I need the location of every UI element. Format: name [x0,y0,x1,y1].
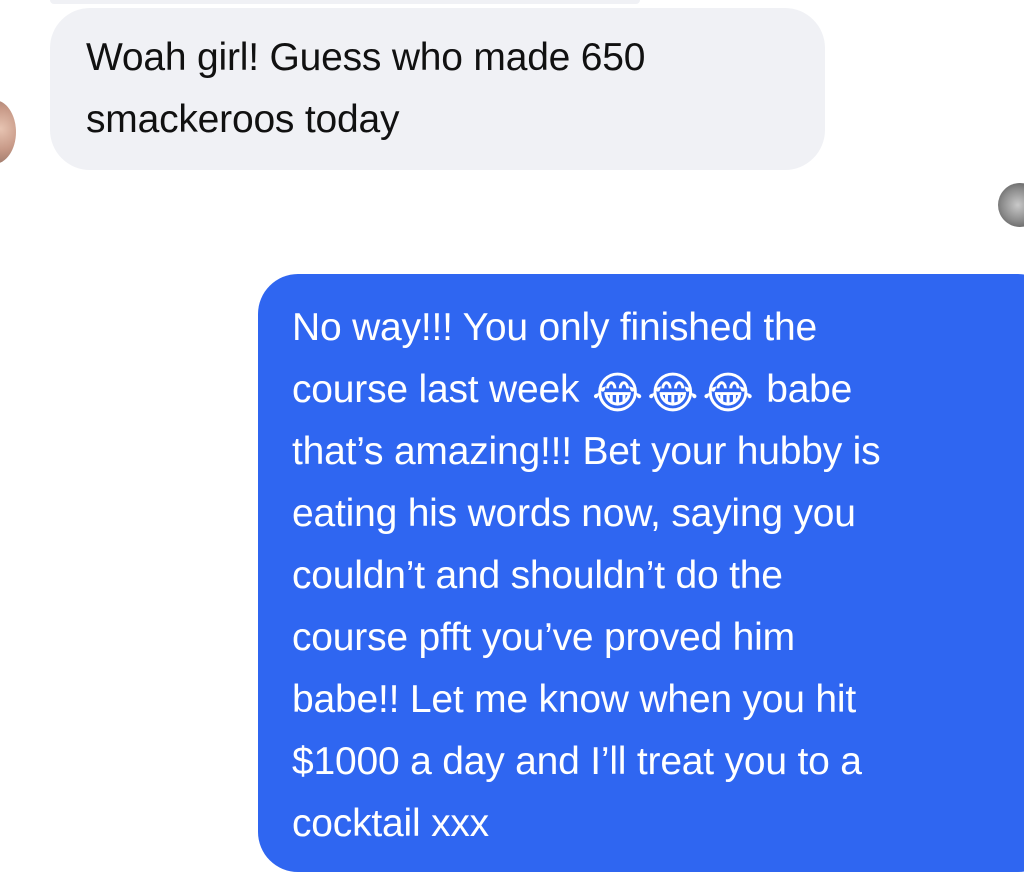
message-text-line: smackeroos today [86,98,400,141]
message-text-line: Woah girl! Guess who made 650 [86,36,646,79]
received-message-bubble[interactable]: Woah girl! Guess who made 650 smackeroos… [50,8,825,170]
message-text-line: course last week 😂😂😂 babe [292,359,1024,421]
laughing-tears-emoji-icon: 😂 [702,368,754,419]
message-text-line: No way!!! You only finished the [292,306,817,349]
message-text-segment: babe [755,368,853,411]
previous-message-bubble-edge[interactable] [50,0,640,4]
message-text-line: $1000 a day and I’ll treat you to a [292,740,862,783]
message-text-line: that’s amazing!!! Bet your hubby is [292,430,881,473]
sent-message-bubble[interactable]: No way!!! You only finished the course l… [258,274,1024,872]
laughing-tears-emoji-icon: 😂 [647,368,699,419]
message-text-line: couldn’t and shouldn’t do the [292,554,783,597]
message-text-line: eating his words now, saying you [292,492,856,535]
message-text-line: babe!! Let me know when you hit [292,678,856,721]
contact-avatar[interactable] [0,100,16,164]
emoji-group: 😂😂😂 [590,365,756,427]
laughing-tears-emoji-icon: 😂 [591,368,644,419]
message-text-segment: course last week [292,368,590,411]
message-text-line: cocktail xxx [292,802,489,845]
message-text-line: course pfft you’ve proved him [292,616,795,659]
message-thread: Woah girl! Guess who made 650 smackeroos… [0,0,1024,886]
own-avatar[interactable] [998,183,1024,227]
